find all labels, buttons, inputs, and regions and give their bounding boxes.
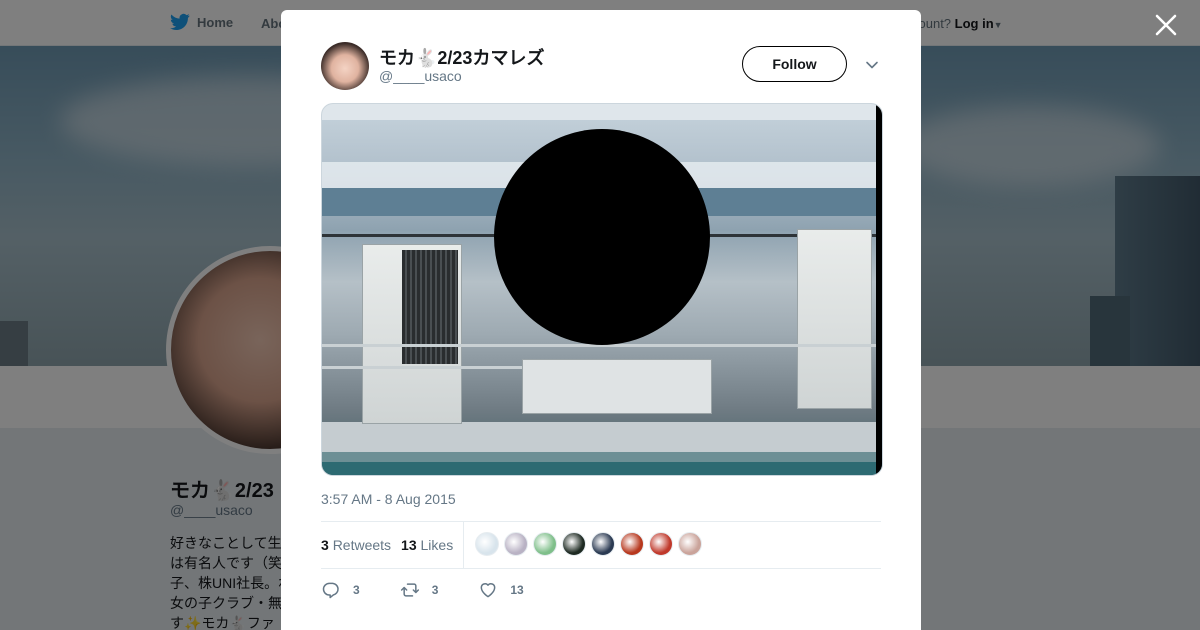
liker-avatar[interactable] xyxy=(504,532,528,556)
reply-icon xyxy=(322,582,339,599)
likes-stat[interactable]: 13 Likes xyxy=(401,537,453,553)
liker-avatar[interactable] xyxy=(475,532,499,556)
author-avatar[interactable] xyxy=(321,42,369,90)
retweets-stat[interactable]: 3 Retweets xyxy=(321,537,391,553)
author-handle[interactable]: @____usaco xyxy=(379,68,462,84)
liker-avatar[interactable] xyxy=(562,532,586,556)
liker-avatars xyxy=(475,532,702,556)
liker-avatar[interactable] xyxy=(591,532,615,556)
likes-label: Likes xyxy=(420,537,454,553)
tweet-stats: 3 Retweets 13 Likes xyxy=(321,522,464,568)
like-button[interactable]: 13 xyxy=(478,580,524,600)
retweet-icon xyxy=(400,583,419,597)
reply-count: 3 xyxy=(353,583,360,597)
retweets-label: Retweets xyxy=(332,537,392,553)
heart-icon xyxy=(480,583,496,598)
tweet-timestamp[interactable]: 3:57 AM - 8 Aug 2015 xyxy=(321,491,456,507)
liker-avatar[interactable] xyxy=(678,532,702,556)
chevron-down-icon[interactable] xyxy=(865,58,879,72)
retweet-button[interactable]: 3 xyxy=(400,580,439,600)
liker-avatar[interactable] xyxy=(533,532,557,556)
likes-count: 13 xyxy=(401,537,417,553)
tweet-actions: 3 3 13 xyxy=(321,578,564,602)
like-count: 13 xyxy=(510,583,524,597)
tweet-photo[interactable] xyxy=(321,103,883,476)
liker-avatar[interactable] xyxy=(649,532,673,556)
divider xyxy=(321,568,881,569)
liker-avatar[interactable] xyxy=(620,532,644,556)
tweet-modal: モカ🐇2/23カマレズ @____usaco Follow 3:57 AM - … xyxy=(281,10,921,630)
censored-region xyxy=(494,129,710,345)
author-display-name[interactable]: モカ🐇2/23カマレズ xyxy=(379,44,544,70)
close-icon[interactable] xyxy=(1154,13,1178,37)
retweet-count: 3 xyxy=(431,583,439,597)
follow-button[interactable]: Follow xyxy=(742,46,847,82)
reply-button[interactable]: 3 xyxy=(321,580,360,600)
retweets-count: 3 xyxy=(321,537,329,553)
